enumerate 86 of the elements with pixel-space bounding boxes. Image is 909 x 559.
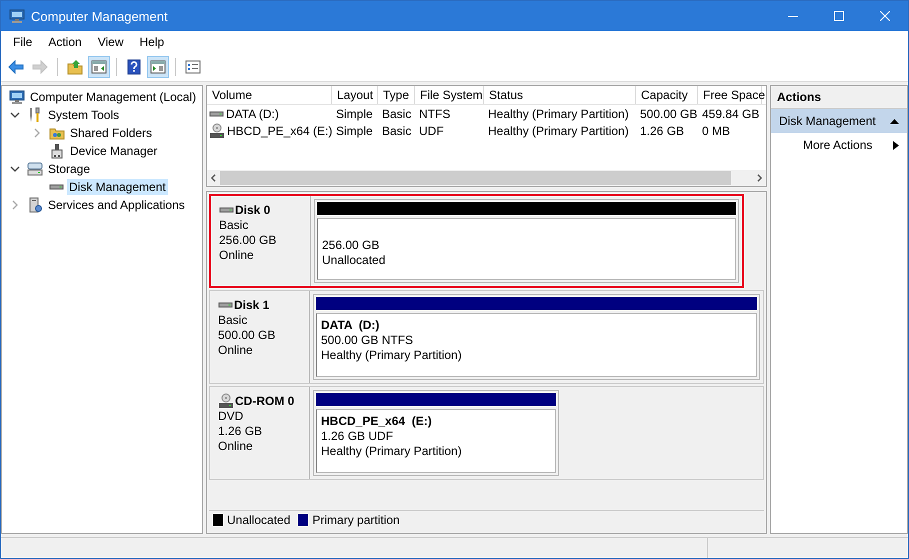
disc-drive-icon [218, 393, 234, 409]
partition-detail: 1.26 GB UDF [321, 429, 394, 444]
disk-detail: Online [218, 439, 254, 454]
partition-name: HBCD_PE_x64 (E:) [321, 414, 433, 429]
hard-drive-icon [209, 110, 224, 116]
computer-icon [9, 89, 25, 105]
partition-detail: Healthy (Primary Partition) [321, 444, 463, 459]
disk-detail: Basic [219, 218, 250, 233]
column-header[interactable]: Type [378, 86, 415, 104]
disc-drive-icon [209, 122, 225, 138]
partition-block[interactable]: DATA (D:) 500.00 GB NTFS Healthy (Primary Partition) [313, 294, 760, 380]
expander-icon[interactable] [10, 110, 20, 120]
collapse-arrow-icon[interactable] [890, 118, 899, 124]
partition-detail: 500.00 GB NTFS [321, 333, 414, 348]
column-header[interactable]: Free Space [698, 86, 762, 104]
tree-item[interactable]: Disk Management [67, 179, 168, 195]
table-cell-text: 459.84 GB [701, 106, 760, 120]
server-icon [27, 197, 43, 213]
maximize-icon[interactable] [834, 11, 844, 21]
disk-name: Disk 0 [235, 203, 270, 217]
disk-name: Disk 1 [234, 298, 270, 312]
expander-icon[interactable] [10, 164, 20, 174]
disk-detail: Online [218, 343, 254, 358]
table-cell: HBCD_PE_x64 (E:) [227, 124, 332, 138]
disk-detail: 1.26 GB [218, 424, 264, 439]
device-icon [49, 143, 65, 159]
action-section[interactable]: Disk Management [771, 109, 907, 133]
table-cell-text: 0 MB [701, 124, 732, 138]
computer-icon [9, 8, 25, 24]
column-header[interactable]: File System [415, 86, 484, 104]
tree-item[interactable]: Shared Folders [68, 125, 154, 141]
menu-item[interactable]: Action [40, 35, 90, 49]
tree-item[interactable]: Services and Applications [46, 197, 187, 213]
storage-icon [27, 161, 43, 177]
table-cell-text: Basic [381, 106, 412, 120]
actions-header: Actions [771, 86, 907, 109]
disk-info-panel[interactable]: Disk 0 Basic 256.00 GB Online [211, 196, 311, 286]
table-cell-text: Simple [335, 124, 374, 138]
action-link[interactable]: More Actions [803, 138, 872, 152]
disk-info-panel[interactable]: CD-ROM 0 DVD 1.26 GB Online [210, 387, 310, 479]
table-cell: DATA (D:) [226, 106, 279, 120]
table-cell-text: Healthy (Primary Partition) [487, 124, 630, 138]
tree-item[interactable]: Computer Management (Local) [28, 89, 198, 105]
menu-item[interactable]: File [5, 35, 40, 49]
column-header[interactable]: Volume [207, 86, 332, 104]
table-cell-text: UDF [418, 124, 445, 138]
disk-detail: 256.00 GB [219, 233, 278, 248]
table-cell-text: Simple [335, 106, 374, 120]
table-cell-text: 1.26 GB [639, 124, 686, 138]
section-title: Disk Management [779, 114, 876, 128]
legend-label: Primary partition [312, 513, 400, 527]
legend-label: Unallocated [227, 513, 290, 527]
partition-name: DATA (D:) [321, 318, 380, 333]
menu-item[interactable]: View [90, 35, 132, 49]
table-cell-text: 500.00 GB [639, 106, 698, 120]
partition-block[interactable]: HBCD_PE_x64 (E:) 1.26 GB UDF Healthy (Primary Partition) [313, 390, 559, 476]
column-header[interactable]: Layout [332, 86, 378, 104]
disk-detail: Basic [218, 313, 248, 328]
hard-drive-icon [219, 207, 234, 213]
horizontal-scrollbar[interactable] [207, 170, 766, 186]
partition-detail: Healthy (Primary Partition) [321, 348, 463, 363]
disk-detail: 500.00 GB [218, 328, 276, 343]
window-title: Computer Management [31, 8, 168, 24]
submenu-arrow-icon [893, 140, 899, 150]
column-header[interactable]: Capacity [636, 86, 698, 104]
hard-drive-icon [49, 184, 64, 190]
tree-item[interactable]: Storage [46, 161, 92, 177]
tree-item[interactable]: System Tools [46, 107, 122, 123]
partition-block[interactable]: 256.00 GB Unallocated [314, 199, 739, 283]
tree-item[interactable]: Device Manager [68, 143, 160, 159]
column-header[interactable]: Status [484, 86, 636, 104]
scrollbar-thumb[interactable] [220, 171, 731, 185]
disk-detail: DVD [218, 409, 244, 424]
scroll-right-icon[interactable] [757, 174, 762, 182]
disk-detail: Online [219, 248, 255, 263]
hard-drive-icon [218, 302, 233, 308]
partition-detail: Unallocated [322, 253, 386, 268]
disk-name: CD-ROM 0 [235, 394, 294, 408]
table-cell-text: NTFS [418, 106, 452, 120]
scroll-left-icon[interactable] [211, 174, 216, 182]
menu-item[interactable]: Help [132, 35, 172, 49]
disk-info-panel[interactable]: Disk 1 Basic 500.00 GB Online [210, 291, 310, 383]
close-icon[interactable] [880, 11, 890, 21]
table-cell-text: Basic [381, 124, 412, 138]
table-cell-text: Healthy (Primary Partition) [487, 106, 630, 120]
partition-detail: 256.00 GB [322, 238, 380, 253]
